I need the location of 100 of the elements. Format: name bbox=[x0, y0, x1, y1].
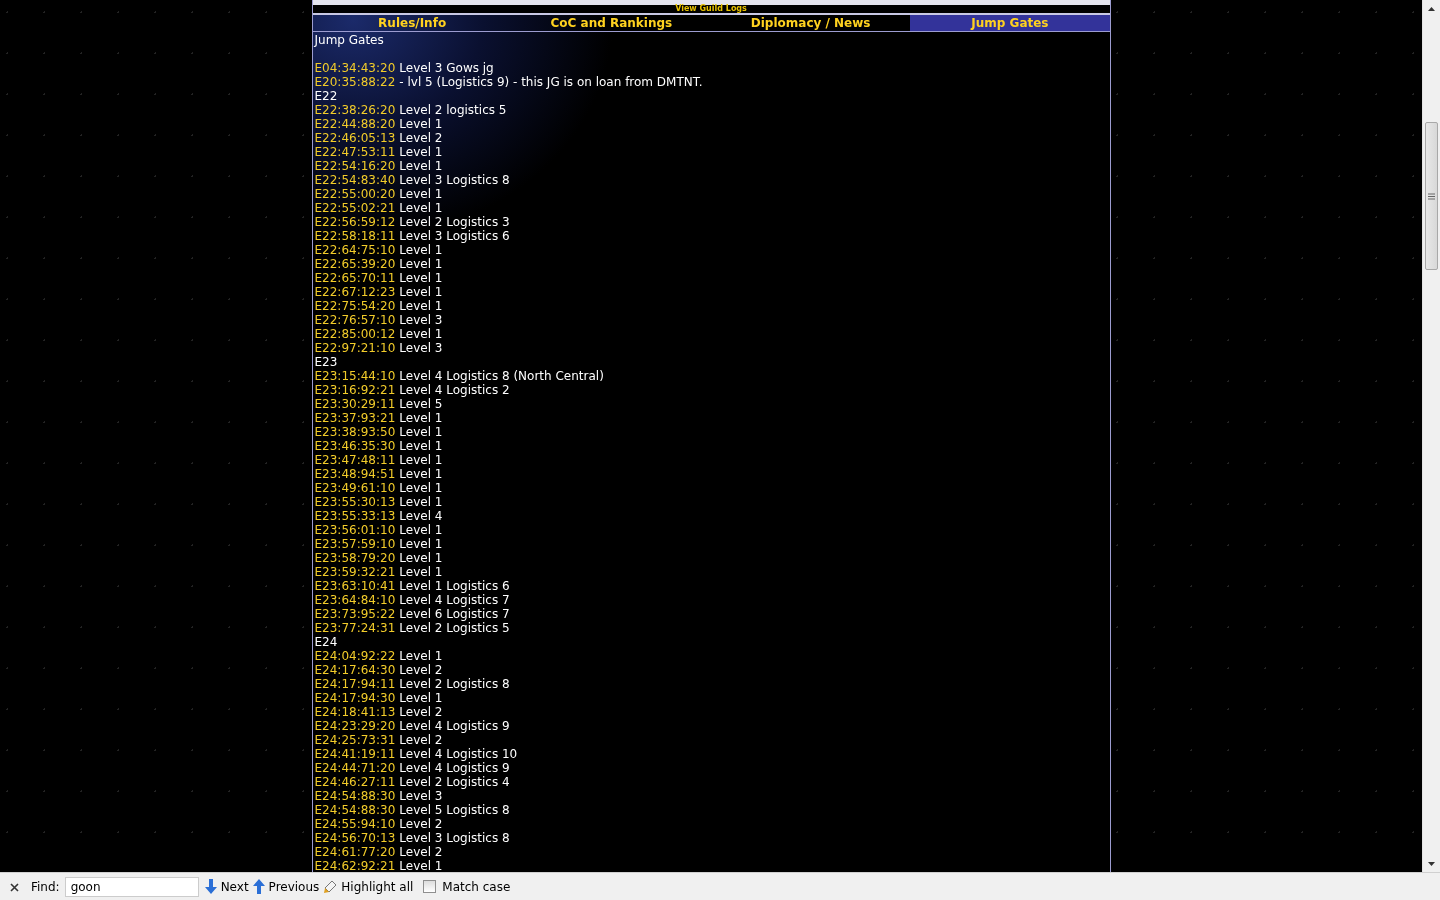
gate-note: Level 2 bbox=[399, 845, 443, 859]
sector-heading: E23 bbox=[314, 355, 338, 369]
gate-note: Level 1 bbox=[399, 187, 443, 201]
scrollbar-thumb[interactable] bbox=[1425, 122, 1438, 270]
gate-coordinates: E23:64:84:10 bbox=[314, 593, 396, 607]
gate-note: Level 2 Logistics 3 bbox=[399, 215, 510, 229]
gate-coordinates: E23:57:59:10 bbox=[314, 537, 396, 551]
grip-icon bbox=[1428, 192, 1435, 200]
gate-note: Level 1 bbox=[399, 299, 443, 313]
gate-note: Level 2 bbox=[399, 663, 443, 677]
match-case-label: Match case bbox=[442, 879, 511, 894]
gate-coordinates: E24:61:77:20 bbox=[314, 845, 396, 859]
gate-note: Level 1 bbox=[399, 327, 443, 341]
gate-note: Level 1 bbox=[399, 243, 443, 257]
gate-note: Level 1 bbox=[399, 425, 443, 439]
gate-coordinates: E22:38:26:20 bbox=[314, 103, 396, 117]
gate-coordinates: E23:63:10:41 bbox=[314, 579, 396, 593]
gate-note: Level 3 bbox=[399, 313, 443, 327]
guild-logs-link[interactable]: View Guild Logs bbox=[675, 5, 747, 13]
up-arrow-icon bbox=[252, 879, 265, 894]
gate-note: Level 1 bbox=[399, 145, 443, 159]
gate-note: Level 1 bbox=[399, 159, 443, 173]
gate-note: Level 4 bbox=[399, 509, 443, 523]
gate-note: Level 3 bbox=[399, 341, 443, 355]
gate-coordinates: E22:65:39:20 bbox=[314, 257, 396, 271]
gate-note: Level 2 logistics 5 bbox=[399, 103, 507, 117]
gate-coordinates: E23:16:92:21 bbox=[314, 383, 396, 397]
gate-coordinates: E23:38:93:50 bbox=[314, 425, 396, 439]
gate-coordinates: E23:15:44:10 bbox=[314, 369, 396, 383]
gate-coordinates: E24:25:73:31 bbox=[314, 733, 396, 747]
close-icon bbox=[10, 882, 19, 892]
gate-coordinates: E24:18:41:13 bbox=[314, 705, 396, 719]
gate-coordinates: E24:44:71:20 bbox=[314, 761, 396, 775]
gate-note: Level 1 bbox=[399, 551, 443, 565]
gate-coordinates: E24:17:94:30 bbox=[314, 691, 396, 705]
gate-note: Level 1 bbox=[399, 495, 443, 509]
gate-note: Level 1 bbox=[399, 117, 443, 131]
gate-note: Level 3 Logistics 6 bbox=[399, 229, 510, 243]
gate-coordinates: E24:17:64:30 bbox=[314, 663, 396, 677]
gate-note: Level 1 bbox=[399, 285, 443, 299]
gate-coordinates: E22:64:75:10 bbox=[314, 243, 396, 257]
gate-coordinates: E23:49:61:10 bbox=[314, 481, 396, 495]
scroll-down-icon[interactable] bbox=[1428, 861, 1435, 866]
gate-note: Level 6 Logistics 7 bbox=[399, 607, 510, 621]
match-case-checkbox[interactable] bbox=[423, 880, 437, 893]
gate-coordinates: E23:59:32:21 bbox=[314, 565, 396, 579]
gate-coordinates: E22:46:05:13 bbox=[314, 131, 396, 145]
previous-button[interactable]: Previous bbox=[252, 879, 324, 894]
gate-coordinates: E24:04:92:22 bbox=[314, 649, 396, 663]
gate-note: Level 1 bbox=[399, 271, 443, 285]
gate-note: Level 1 bbox=[399, 859, 443, 872]
gate-coordinates: E23:48:94:51 bbox=[314, 467, 396, 481]
next-button[interactable]: Next bbox=[204, 879, 253, 894]
gate-coordinates: E24:17:94:11 bbox=[314, 677, 396, 691]
gate-coordinates: E22:54:16:20 bbox=[314, 159, 396, 173]
gate-note: Level 5 bbox=[399, 397, 443, 411]
gate-note: Level 1 bbox=[399, 201, 443, 215]
page-title: Jump Gates bbox=[314, 33, 384, 47]
gate-note: Level 2 bbox=[399, 705, 443, 719]
sector-heading: E24 bbox=[314, 635, 338, 649]
gate-note: Level 1 bbox=[399, 523, 443, 537]
gate-note: Level 1 bbox=[399, 565, 443, 579]
gate-note: Level 3 bbox=[399, 789, 443, 803]
scroll-up-icon[interactable] bbox=[1428, 6, 1435, 11]
gate-coordinates: E24:54:88:30 bbox=[314, 803, 396, 817]
gate-coordinates: E23:47:48:11 bbox=[314, 453, 396, 467]
gate-coordinates: E22:47:53:11 bbox=[314, 145, 396, 159]
gate-coordinates: E22:44:88:20 bbox=[314, 117, 396, 131]
gate-coordinates: E22:58:18:11 bbox=[314, 229, 396, 243]
gate-coordinates: E23:37:93:21 bbox=[314, 411, 396, 425]
gate-coordinates: E23:77:24:31 bbox=[314, 621, 396, 635]
gate-note: Level 1 bbox=[399, 481, 443, 495]
gate-note: Level 4 Logistics 9 bbox=[399, 719, 510, 733]
gate-coordinates: E22:56:59:12 bbox=[314, 215, 396, 229]
gate-coordinates: E23:58:79:20 bbox=[314, 551, 396, 565]
gate-coordinates: E23:46:35:30 bbox=[314, 439, 396, 453]
nav-tab[interactable]: Jump Gates bbox=[910, 15, 1110, 31]
gate-coordinates: E24:46:27:11 bbox=[314, 775, 396, 789]
gate-note: Level 4 Logistics 10 bbox=[399, 747, 518, 761]
find-field[interactable]: goon bbox=[64, 876, 199, 897]
gate-note: Level 2 bbox=[399, 131, 443, 145]
gate-note: Level 4 Logistics 7 bbox=[399, 593, 510, 607]
gate-note: Level 2 Logistics 8 bbox=[399, 677, 510, 691]
gate-note: Level 1 bbox=[399, 537, 443, 551]
gate-coordinates: E22:54:83:40 bbox=[314, 173, 396, 187]
gate-note: Level 4 Logistics 8 (North Central) bbox=[399, 369, 604, 383]
nav-tab[interactable]: Rules/Info bbox=[312, 15, 512, 31]
gate-coordinates: E23:55:30:13 bbox=[314, 495, 396, 509]
gate-note: Level 3 Logistics 8 bbox=[399, 831, 510, 845]
gate-coordinates: E23:55:33:13 bbox=[314, 509, 396, 523]
gate-note: Level 1 bbox=[399, 691, 443, 705]
highlight-button[interactable]: Highlight all bbox=[323, 879, 418, 894]
gate-coordinates: E04:34:43:20 bbox=[314, 61, 396, 75]
gate-note: Level 1 bbox=[399, 649, 443, 663]
gate-note: Level 1 bbox=[399, 257, 443, 271]
gate-note: Level 2 Logistics 5 bbox=[399, 621, 510, 635]
nav-tab[interactable]: Diplomacy / News bbox=[711, 15, 911, 31]
gate-coordinates: E24:54:88:30 bbox=[314, 789, 396, 803]
gate-note: Level 1 bbox=[399, 411, 443, 425]
nav-tab[interactable]: CoC and Rankings bbox=[511, 15, 711, 31]
